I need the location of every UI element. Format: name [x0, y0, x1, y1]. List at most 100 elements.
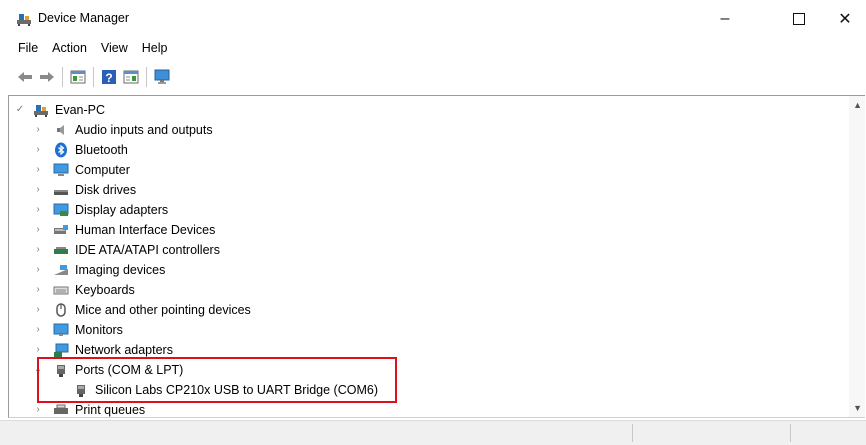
tree-item-label: Bluetooth [75, 143, 128, 157]
chevron-down-icon[interactable]: ✓ [13, 100, 27, 120]
mouse-icon [56, 303, 66, 317]
menu-file[interactable]: File [0, 38, 45, 60]
close-icon: ✕ [838, 10, 852, 28]
tree-item-label: IDE ATA/ATAPI controllers [75, 243, 220, 257]
tree-item-cp210x-bridge[interactable]: Silicon Labs CP210x USB to UART Bridge (… [9, 380, 849, 400]
minimize-icon: – [720, 9, 730, 27]
back-icon [18, 72, 32, 82]
chevron-right-icon[interactable]: › [31, 180, 45, 200]
tree-item-audio[interactable]: › Audio inputs and outputs [9, 120, 849, 140]
properties-button[interactable] [67, 66, 89, 88]
chevron-right-icon[interactable]: › [31, 240, 45, 260]
tree-item-label: Silicon Labs CP210x USB to UART Bridge (… [95, 383, 378, 397]
chevron-right-icon[interactable]: › [31, 340, 45, 360]
tree-item-label: Print queues [75, 403, 146, 417]
camera-icon [54, 265, 68, 275]
chevron-right-icon[interactable]: › [31, 280, 45, 300]
monitor-icon [154, 69, 170, 84]
tree-item-label: Keyboards [75, 283, 135, 297]
device-tree: ✓ Evan-PC › Audio inputs and outputs › B… [9, 100, 849, 417]
tree-item-label: Ports (COM & LPT) [75, 363, 184, 377]
speaker-icon [57, 125, 64, 135]
monitor-icon [53, 323, 69, 336]
keyboard-icon [53, 286, 69, 295]
display-adapter-icon [53, 203, 69, 216]
tree-item-disk-drives[interactable]: › Disk drives [9, 180, 849, 200]
computer-root-icon [34, 105, 48, 117]
maximize-icon [793, 12, 805, 25]
device-manager-icon [17, 14, 31, 26]
chevron-right-icon[interactable]: › [31, 140, 45, 160]
back-button[interactable] [14, 66, 36, 88]
ide-controller-icon [54, 247, 68, 254]
scroll-up-icon[interactable]: ▲ [853, 100, 862, 110]
menu-view[interactable]: View [94, 38, 135, 60]
computer-icon [53, 163, 69, 176]
maximize-button[interactable] [776, 0, 822, 37]
disk-drive-icon [54, 190, 68, 195]
scan-hardware-button[interactable] [151, 66, 173, 88]
tree-item-print-queues[interactable]: › Print queues [9, 400, 849, 417]
hid-icon [54, 225, 68, 234]
tree-root-evan-pc[interactable]: ✓ Evan-PC [9, 100, 849, 120]
help-icon: ? [102, 70, 116, 85]
tree-item-ide-controllers[interactable]: › IDE ATA/ATAPI controllers [9, 240, 849, 260]
tree-item-label: Disk drives [75, 183, 137, 197]
bluetooth-icon [55, 142, 67, 158]
tree-item-imaging-devices[interactable]: › Imaging devices [9, 260, 849, 280]
toolbar-separator [146, 67, 147, 87]
tree-item-label: Display adapters [75, 203, 169, 217]
port-icon [77, 385, 85, 397]
tree-item-label: Monitors [75, 323, 123, 337]
chevron-right-icon[interactable]: › [31, 300, 45, 320]
tree-item-label: Mice and other pointing devices [75, 303, 251, 317]
tree-item-label: Audio inputs and outputs [75, 123, 213, 137]
network-adapter-icon [54, 343, 69, 357]
tree-item-computer[interactable]: › Computer [9, 160, 849, 180]
chevron-right-icon[interactable]: › [31, 120, 45, 140]
vertical-scrollbar[interactable]: ▲ ▼ [849, 96, 865, 417]
chevron-right-icon[interactable]: › [31, 320, 45, 340]
chevron-down-icon[interactable]: ⌄ [31, 360, 45, 380]
forward-button[interactable] [36, 66, 58, 88]
minimize-button[interactable]: – [702, 0, 748, 37]
close-button[interactable]: ✕ [822, 0, 866, 37]
tree-item-bluetooth[interactable]: › Bluetooth [9, 140, 849, 160]
tree-item-ports[interactable]: ⌄ Ports (COM & LPT) [9, 360, 849, 380]
toolbar-separator [93, 67, 94, 87]
title-bar: Device Manager – ✕ [0, 0, 866, 37]
tree-item-hid[interactable]: › Human Interface Devices [9, 220, 849, 240]
toolbar: ? [0, 62, 866, 92]
tree-item-label: Human Interface Devices [75, 223, 216, 237]
printer-icon [54, 404, 68, 414]
chevron-right-icon[interactable]: › [31, 400, 45, 417]
device-tree-panel: ✓ Evan-PC › Audio inputs and outputs › B… [8, 95, 865, 418]
tree-item-label: Imaging devices [75, 263, 166, 277]
svg-text:?: ? [105, 71, 112, 85]
tree-item-mice[interactable]: › Mice and other pointing devices [9, 300, 849, 320]
scroll-down-icon[interactable]: ▼ [853, 403, 862, 413]
tree-item-label: Network adapters [75, 343, 173, 357]
chevron-right-icon[interactable]: › [31, 160, 45, 180]
status-separator [632, 424, 633, 442]
status-bar [0, 420, 866, 445]
update-driver-button[interactable] [120, 66, 142, 88]
help-button[interactable]: ? [98, 66, 120, 88]
chevron-right-icon[interactable]: › [31, 260, 45, 280]
tree-item-keyboards[interactable]: › Keyboards [9, 280, 849, 300]
tree-item-network-adapters[interactable]: › Network adapters [9, 340, 849, 360]
port-icon [57, 365, 65, 377]
tree-root-label: Evan-PC [55, 103, 106, 117]
status-separator [790, 424, 791, 442]
menu-action[interactable]: Action [45, 38, 94, 60]
update-driver-icon [123, 70, 139, 84]
tree-item-display-adapters[interactable]: › Display adapters [9, 200, 849, 220]
tree-item-monitors[interactable]: › Monitors [9, 320, 849, 340]
tree-item-label: Computer [75, 163, 130, 177]
toolbar-separator [62, 67, 63, 87]
chevron-right-icon[interactable]: › [31, 220, 45, 240]
menu-bar: File Action View Help [0, 38, 866, 60]
chevron-right-icon[interactable]: › [31, 200, 45, 220]
menu-help[interactable]: Help [135, 38, 175, 60]
properties-icon [70, 70, 86, 84]
